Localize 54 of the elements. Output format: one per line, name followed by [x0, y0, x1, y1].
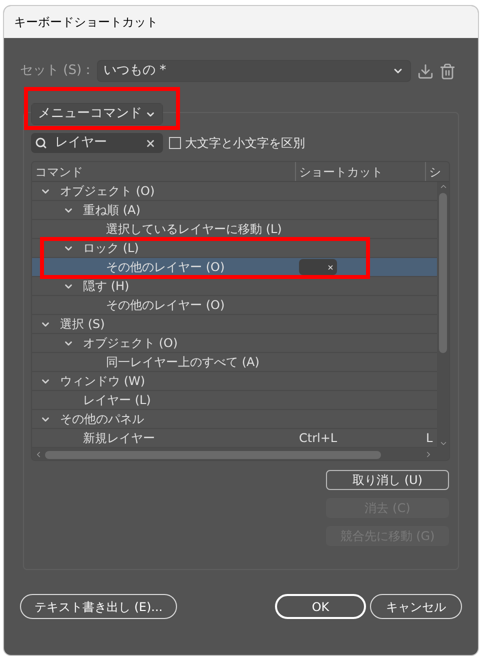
shortcut-text: Ctrl+L [299, 430, 338, 447]
tree-row[interactable]: 隠す (H) [32, 277, 438, 296]
command-label: 選択しているレイヤーに移動 (L) [106, 221, 282, 238]
command-label: オブジェクト (O) [83, 335, 178, 352]
command-label: 重ね順 (A) [83, 202, 140, 219]
tree-row[interactable]: 重ね順 (A) [32, 201, 438, 220]
window-title: キーボードショートカット [14, 14, 158, 31]
search-input[interactable]: レイヤー [55, 133, 145, 153]
set-label: セット (S)： [20, 62, 95, 80]
command-label: その他のパネル [60, 411, 144, 428]
clear-icon[interactable] [327, 264, 334, 270]
scroll-down-icon[interactable] [438, 439, 448, 448]
scroll-up-icon[interactable] [438, 182, 448, 191]
checkbox[interactable] [169, 137, 181, 149]
command-label: その他のレイヤー (O) [106, 259, 225, 276]
tree-row[interactable]: レイヤー (L) [32, 391, 438, 410]
command-label: 新規レイヤー [83, 430, 155, 447]
tree-row[interactable]: 同一レイヤー上のすべて (A) [32, 353, 438, 372]
command-label: その他のレイヤー (O) [106, 297, 225, 314]
tree-row[interactable]: その他のレイヤー (O) [32, 258, 438, 277]
column-text: L [426, 430, 433, 447]
category-dropdown[interactable]: メニューコマンド [32, 104, 162, 124]
command-label: 同一レイヤー上のすべて (A) [106, 354, 260, 371]
horizontal-scrollbar[interactable] [32, 448, 449, 460]
trash-icon[interactable] [438, 62, 456, 80]
dialog-button[interactable]: キャンセル [370, 594, 462, 619]
tree-row[interactable]: オブジェクト (O) [32, 334, 438, 353]
command-label: 選択 (S) [60, 316, 105, 333]
command-label: ウィンドウ (W) [60, 373, 146, 390]
tree-row[interactable]: オブジェクト (O) [32, 182, 438, 201]
column-header[interactable]: コマンド [32, 162, 296, 181]
shortcut-field[interactable] [299, 259, 337, 275]
tree-row[interactable]: その他のレイヤー (O) [32, 296, 438, 315]
scroll-right-icon[interactable] [424, 450, 433, 459]
column-header[interactable]: ショートカット [296, 162, 426, 181]
command-label: オブジェクト (O) [60, 183, 155, 200]
tree-row[interactable]: ウィンドウ (W) [32, 372, 438, 391]
command-label: レイヤー (L) [83, 392, 151, 409]
tree-row[interactable]: 選択 (S) [32, 315, 438, 334]
set-dropdown[interactable]: いつもの * [96, 60, 411, 82]
clear-icon[interactable] [145, 138, 156, 148]
command-label: 隠す (H) [83, 278, 130, 295]
vertical-scrollbar[interactable] [437, 182, 449, 448]
search-field[interactable]: レイヤー [31, 133, 163, 153]
checkbox-label: 大文字と小文字を区別 [185, 135, 305, 152]
scroll-left-icon[interactable] [34, 450, 43, 459]
command-label: ロック (L) [83, 240, 139, 257]
download-icon[interactable] [416, 62, 434, 80]
dialog-button[interactable]: テキスト書き出し (E)... [20, 594, 177, 619]
search-icon [35, 137, 47, 149]
dialog-button[interactable]: OK [275, 594, 366, 619]
action-button[interactable]: 取り消し (U) [326, 470, 449, 490]
tree-row[interactable]: その他のパネル [32, 410, 438, 429]
column-header[interactable]: シ [426, 162, 449, 181]
